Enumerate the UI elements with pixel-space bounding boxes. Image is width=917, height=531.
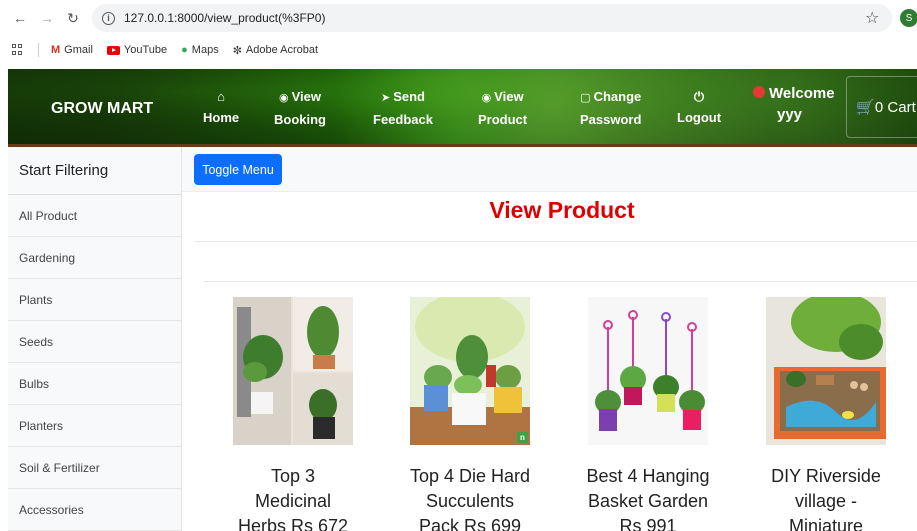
bookmark-maps[interactable]: ● Maps [181, 44, 219, 56]
product-card[interactable]: n Top 4 Die Hard Succulents Pack Rs 699 [395, 297, 545, 531]
bookmark-star-icon[interactable]: ☆ [865, 8, 879, 28]
eye-icon: ◉ [481, 92, 492, 104]
forward-arrow-icon[interactable]: → [36, 7, 58, 29]
acrobat-icon: ✼ [232, 44, 242, 57]
page-title: View Product [489, 197, 635, 223]
product-card[interactable]: DIY Riverside village - Miniature [751, 297, 901, 531]
sidebar-item-gardening[interactable]: Gardening [8, 237, 181, 279]
address-bar[interactable]: i 127.0.0.1:8000/view_product(%3FP0) [92, 4, 892, 32]
product-image[interactable] [233, 297, 353, 445]
brand-logo[interactable]: GROW MART [51, 100, 153, 118]
product-image[interactable] [588, 297, 708, 445]
cart-icon: 🛒 [856, 99, 875, 116]
bookmark-youtube[interactable]: YouTube [106, 44, 167, 56]
sidebar-item-all-product[interactable]: All Product [8, 195, 181, 237]
product-image[interactable]: n [410, 297, 530, 445]
document-icon: ▢ [580, 92, 591, 104]
bookmarks-bar: M Gmail YouTube ● Maps ✼ Adobe Acrobat [0, 37, 917, 63]
product-name[interactable]: Top 3 Medicinal Herbs Rs 672 [218, 464, 368, 531]
cart-button[interactable]: 🛒 0 Cart [846, 76, 917, 138]
nav-logout[interactable]: ⏻ Logout [677, 86, 721, 128]
sidebar-item-accessories[interactable]: Accessories [8, 489, 181, 531]
bookmark-adobe-acrobat[interactable]: ✼ Adobe Acrobat [233, 44, 318, 57]
sidebar-item-seeds[interactable]: Seeds [8, 321, 181, 363]
sidebar-item-soil-fertilizer[interactable]: Soil & Fertilizer [8, 447, 181, 489]
nav-view-booking[interactable]: ◉ View Booking [274, 86, 326, 130]
nav-send-feedback[interactable]: ➤ Send Feedback [373, 86, 433, 130]
nav-view-product[interactable]: ◉ View Product [478, 86, 527, 130]
eye-icon: ◉ [279, 92, 289, 104]
gmail-icon: M [51, 44, 61, 56]
home-icon: ⌂ [217, 89, 225, 104]
send-icon: ➤ [380, 92, 391, 104]
product-name[interactable]: Top 4 Die Hard Succulents Pack Rs 699 [395, 464, 545, 531]
product-name[interactable]: Best 4 Hanging Basket Garden Rs 991 [573, 464, 723, 531]
sidebar-item-planters[interactable]: Planters [8, 405, 181, 447]
sidebar-item-bulbs[interactable]: Bulbs [8, 363, 181, 405]
reload-icon[interactable]: ↻ [62, 7, 84, 29]
divider [204, 281, 917, 282]
nav-change-password[interactable]: ▢ Change Password [580, 86, 641, 130]
toggle-menu-button[interactable]: Toggle Menu [194, 154, 282, 185]
map-pin-icon: ● [181, 44, 188, 56]
brand-badge: n [517, 432, 528, 443]
back-arrow-icon[interactable]: ← [9, 7, 31, 29]
sidebar-heading: Start Filtering [8, 147, 181, 195]
bookmark-separator [38, 43, 39, 57]
sidebar-item-plants[interactable]: Plants [8, 279, 181, 321]
product-card[interactable]: Top 3 Medicinal Herbs Rs 672 [218, 297, 368, 531]
bookmark-gmail[interactable]: M Gmail [51, 44, 93, 56]
browser-toolbar: ← → ↻ i 127.0.0.1:8000/view_product(%3FP… [0, 0, 917, 36]
welcome-user: Welcome yyy [753, 83, 835, 125]
youtube-icon [106, 45, 120, 55]
filter-sidebar: Start Filtering All Product Gardening Pl… [8, 147, 182, 531]
apps-grid-icon[interactable] [12, 44, 24, 56]
site-navbar: GROW MART ⌂ Home ◉ View Booking ➤ Send Fee… [8, 69, 917, 147]
profile-avatar[interactable]: S [900, 9, 917, 27]
content-topbar [182, 147, 917, 192]
divider [194, 241, 917, 242]
user-icon [753, 86, 765, 98]
nav-home[interactable]: ⌂ Home [203, 86, 239, 128]
info-icon[interactable]: i [102, 11, 115, 25]
product-image[interactable] [766, 297, 886, 445]
power-icon: ⏻ [693, 89, 705, 104]
product-name[interactable]: DIY Riverside village - Miniature [751, 464, 901, 531]
url-text[interactable]: 127.0.0.1:8000/view_product(%3FP0) [124, 11, 325, 25]
product-card[interactable]: Best 4 Hanging Basket Garden Rs 991 [573, 297, 723, 531]
